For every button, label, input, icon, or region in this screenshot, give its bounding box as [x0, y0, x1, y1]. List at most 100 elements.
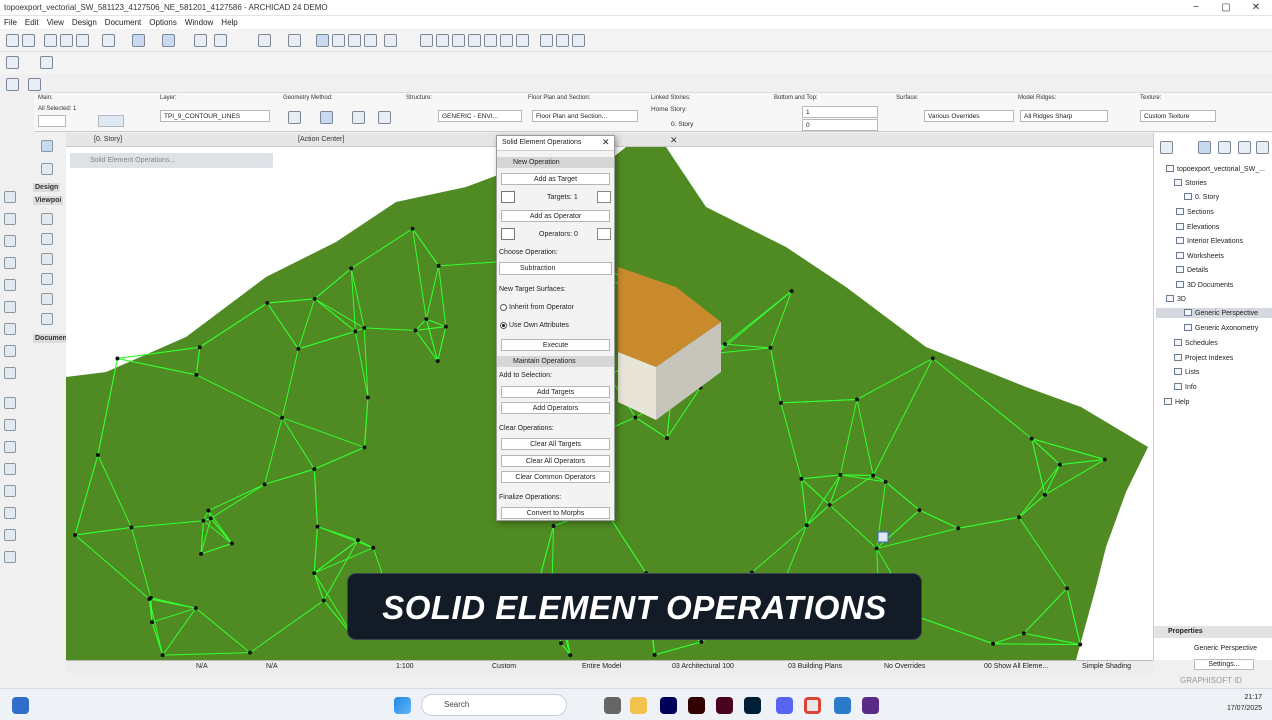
drawing-tool-icon[interactable]	[4, 551, 16, 563]
menu-window[interactable]: Window	[181, 16, 217, 29]
layer-select[interactable]: TPI_9_CONTOUR_LINES	[160, 110, 270, 122]
status-architectural[interactable]: 03 Architectural 100	[672, 663, 734, 670]
settings-button[interactable]: Settings...	[1194, 659, 1254, 670]
renovation-icon[interactable]	[364, 34, 377, 47]
eyedropper-icon[interactable]	[60, 34, 73, 47]
select-operators-icon[interactable]	[597, 228, 611, 240]
redo-icon[interactable]	[22, 34, 35, 47]
layers-icon[interactable]	[6, 78, 19, 91]
navigator-icon[interactable]	[1160, 141, 1173, 154]
guide-lines-icon[interactable]	[132, 34, 145, 47]
premiere-icon[interactable]	[660, 697, 677, 714]
close-button[interactable]: ✕	[1241, 0, 1271, 16]
layout-icon[interactable]	[6, 56, 19, 69]
tree-generic-axonometry[interactable]: Generic Axonometry	[1184, 324, 1258, 332]
tab-story[interactable]: [0. Story]	[90, 134, 122, 147]
tree-stories[interactable]: Stories	[1174, 179, 1207, 187]
camera-tool-icon[interactable]	[41, 213, 53, 225]
maximize-button[interactable]: ▢	[1211, 0, 1241, 16]
viewpoint-section-label[interactable]: Viewpoi	[33, 196, 64, 205]
menu-view[interactable]: View	[43, 16, 68, 29]
status-building-plans[interactable]: 03 Building Plans	[788, 663, 842, 670]
tab-action-center[interactable]: [Action Center]	[294, 134, 344, 147]
text-tool-icon[interactable]	[4, 419, 16, 431]
operation-select[interactable]: Subtraction	[499, 262, 612, 275]
tree-schedules[interactable]: Schedules	[1174, 339, 1218, 347]
trim-icon[interactable]	[452, 34, 465, 47]
tree-generic-perspective[interactable]: Generic Perspective	[1156, 308, 1272, 318]
minimize-button[interactable]: −	[1181, 0, 1211, 16]
dimension-tool-icon[interactable]	[4, 397, 16, 409]
railing-tool-icon[interactable]	[4, 345, 16, 357]
status-overrides[interactable]: No Overrides	[884, 663, 925, 670]
tree-3d-documents[interactable]: 3D Documents	[1176, 281, 1233, 289]
inherit-radio[interactable]	[500, 304, 507, 311]
change-tool-icon[interactable]	[41, 313, 53, 325]
intersect-icon[interactable]	[468, 34, 481, 47]
split-icon[interactable]	[420, 34, 433, 47]
undo-icon[interactable]	[6, 34, 19, 47]
slab-tool-icon[interactable]	[4, 257, 16, 269]
bottom-offset-field[interactable]: 0	[802, 119, 878, 131]
magic-wand-icon[interactable]	[348, 34, 361, 47]
zoom-icon[interactable]	[436, 34, 449, 47]
surface-select[interactable]: Various Overrides	[924, 110, 1014, 122]
illustrator-icon[interactable]	[688, 697, 705, 714]
arrow-tool-icon[interactable]	[41, 140, 53, 152]
wall-tool-icon[interactable]	[4, 191, 16, 203]
tree-project-indexes[interactable]: Project Indexes	[1174, 354, 1233, 362]
project-map-icon[interactable]	[1198, 141, 1211, 154]
house-icon[interactable]	[516, 34, 529, 47]
model-ridges-select[interactable]: All Ridges Sharp	[1020, 110, 1108, 122]
lock-icon[interactable]	[288, 34, 301, 47]
beam-tool-icon[interactable]	[4, 235, 16, 247]
bim-icon[interactable]	[572, 34, 585, 47]
menu-file[interactable]: File	[0, 16, 21, 29]
dialog-titlebar[interactable]: Solid Element Operations ✕	[497, 136, 614, 151]
status-show-all[interactable]: 00 Show All Eleme...	[984, 663, 1048, 670]
widgets-icon[interactable]	[12, 697, 29, 714]
status-scale[interactable]: 1:100	[396, 663, 414, 670]
fillet-icon[interactable]	[484, 34, 497, 47]
add-operators-button[interactable]: Add Operators	[501, 402, 610, 414]
tree-project[interactable]: topoexport_vectorial_SW_...	[1166, 165, 1265, 173]
story-field[interactable]	[98, 115, 124, 127]
tree-sections[interactable]: Sections	[1176, 208, 1214, 216]
view-map-icon[interactable]	[1218, 141, 1231, 154]
line-tool-icon[interactable]	[4, 485, 16, 497]
design-section-label[interactable]: Design	[33, 183, 61, 192]
tab-close-icon[interactable]: ✕	[666, 134, 678, 147]
label-tool-icon[interactable]	[4, 441, 16, 453]
clear-all-targets-button[interactable]: Clear All Targets	[501, 438, 610, 450]
archicad-icon[interactable]	[834, 697, 851, 714]
element-id-field[interactable]	[38, 115, 66, 127]
menu-design[interactable]: Design	[68, 16, 101, 29]
texture-select[interactable]: Custom Texture	[1140, 110, 1216, 122]
group-icon[interactable]	[258, 34, 271, 47]
geometry-mesh-icon[interactable]	[320, 111, 333, 124]
photoshop-icon[interactable]	[744, 697, 761, 714]
geometry-solid-icon[interactable]	[288, 111, 301, 124]
syringe-icon[interactable]	[76, 34, 89, 47]
mesh-tool-icon[interactable]	[4, 367, 16, 379]
section-tool-icon[interactable]	[41, 233, 53, 245]
add-as-target-button[interactable]: Add as Target	[501, 173, 610, 185]
discord-icon[interactable]	[776, 697, 793, 714]
status-shading[interactable]: Simple Shading	[1082, 663, 1131, 670]
taskbar-search[interactable]: Search	[421, 694, 567, 716]
pet-palette-icon[interactable]	[877, 531, 889, 543]
pen-set-icon[interactable]	[28, 78, 41, 91]
document-section-label[interactable]: Documen	[33, 334, 69, 343]
status-entire-model[interactable]: Entire Model	[582, 663, 621, 670]
teamwork-icon[interactable]	[40, 56, 53, 69]
polyline-tool-icon[interactable]	[4, 529, 16, 541]
trace-icon[interactable]	[332, 34, 345, 47]
layout-book-icon[interactable]	[1238, 141, 1251, 154]
geometry-other-icon[interactable]	[378, 111, 391, 124]
arc-tool-icon[interactable]	[4, 507, 16, 519]
indesign-icon[interactable]	[716, 697, 733, 714]
flag-icon[interactable]	[540, 34, 553, 47]
clock-date[interactable]: 17/07/2025	[1222, 705, 1262, 712]
dialog-close-icon[interactable]: ✕	[602, 137, 610, 148]
ruler-icon[interactable]	[214, 34, 227, 47]
